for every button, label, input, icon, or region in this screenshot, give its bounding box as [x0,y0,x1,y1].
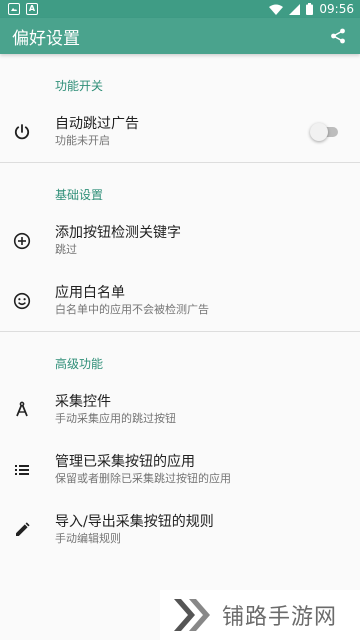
a-notification-icon: A [26,3,38,15]
pref-text: 采集控件 手动采集应用的跳过按钮 [55,393,360,427]
share-button[interactable] [326,24,350,48]
section-header-basic-settings: 基础设置 [55,188,104,202]
pref-text: 管理已采集按钮的应用 保留或者删除已采集跳过按钮的应用 [55,453,360,487]
wifi-icon [269,4,284,15]
page-title: 偏好设置 [12,28,80,49]
pref-collect-widget[interactable]: 采集控件 手动采集应用的跳过按钮 [0,380,360,440]
status-left: A [8,3,38,15]
cellular-signal-icon [289,3,301,15]
pref-text: 添加按钮检测关键字 跳过 [55,224,360,258]
watermark: 铺路手游网 [160,590,360,640]
power-icon [2,123,42,141]
list-icon [2,461,42,479]
section-header-advanced: 高级功能 [55,357,104,371]
smiley-icon [2,292,42,310]
pref-title: 管理已采集按钮的应用 [55,454,195,470]
share-icon [331,28,345,44]
pref-import-export-rules[interactable]: 导入/导出采集按钮的规则 手动编辑规则 [0,500,360,560]
pref-summary: 跳过 [55,243,77,256]
image-notification-icon [8,3,20,15]
pref-auto-skip-ads[interactable]: 自动跳过广告 功能未开启 [0,102,360,162]
app-bar: 偏好设置 [0,18,360,54]
status-bar: A 09:56 [0,0,360,18]
pref-manage-collected-apps[interactable]: 管理已采集按钮的应用 保留或者删除已采集跳过按钮的应用 [0,440,360,500]
compass-tool-icon [2,401,42,419]
pref-title: 应用白名单 [55,285,125,301]
toggle-thumb [310,123,328,141]
watermark-text: 铺路手游网 [222,605,338,630]
status-time: 09:56 [319,2,354,16]
pref-summary: 手动采集应用的跳过按钮 [55,412,176,425]
battery-icon [306,3,314,15]
status-right: 09:56 [269,2,354,16]
pref-summary: 手动编辑规则 [55,532,121,545]
pref-title: 采集控件 [55,394,111,410]
pref-title: 导入/导出采集按钮的规则 [55,514,214,530]
pref-text: 导入/导出采集按钮的规则 手动编辑规则 [55,513,360,547]
add-circle-icon [2,232,42,250]
pref-summary: 白名单中的应用不会被检测广告 [55,303,209,316]
pref-app-whitelist[interactable]: 应用白名单 白名单中的应用不会被检测广告 [0,271,360,331]
auto-skip-toggle[interactable] [310,123,340,141]
watermark-logo-icon [174,599,210,631]
pencil-icon [2,521,42,539]
pref-text: 应用白名单 白名单中的应用不会被检测广告 [55,284,360,318]
pref-title: 添加按钮检测关键字 [55,225,181,241]
pref-summary: 保留或者删除已采集跳过按钮的应用 [55,472,231,485]
pref-add-button-keyword[interactable]: 添加按钮检测关键字 跳过 [0,211,360,271]
preferences-list: 功能开关 自动跳过广告 功能未开启 基础设置 添加按钮检测关键字 跳过 应用白名… [0,54,360,560]
section-header-feature-switch: 功能开关 [55,79,104,93]
